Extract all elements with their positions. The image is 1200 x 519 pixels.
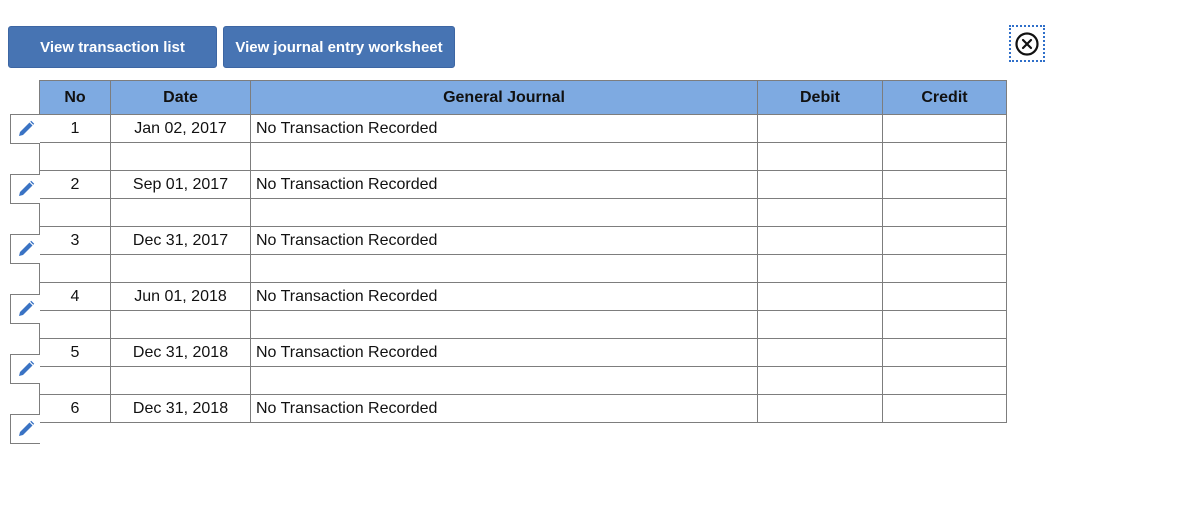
cell-date	[110, 142, 251, 171]
cell-no: 3	[39, 226, 111, 255]
cell-no: 4	[39, 282, 111, 311]
header-no: No	[39, 80, 111, 115]
edit-entry-button[interactable]	[10, 414, 40, 444]
cell-date: Jun 01, 2018	[110, 282, 251, 311]
pencil-icon	[18, 300, 34, 316]
cell-journal	[250, 310, 758, 339]
table-row	[39, 366, 1007, 395]
cell-credit[interactable]	[882, 366, 1007, 395]
view-journal-entry-worksheet-button[interactable]: View journal entry worksheet	[223, 26, 455, 68]
cell-journal: No Transaction Recorded	[250, 170, 758, 199]
cell-journal: No Transaction Recorded	[250, 394, 758, 423]
table-row	[39, 198, 1007, 227]
header-general-journal: General Journal	[250, 80, 758, 115]
table-row	[39, 254, 1007, 283]
table-row: 4 Jun 01, 2018 No Transaction Recorded	[39, 282, 1007, 311]
table-row: 3 Dec 31, 2017 No Transaction Recorded	[39, 226, 1007, 255]
close-button[interactable]	[1009, 25, 1045, 62]
pencil-icon	[18, 120, 34, 136]
cell-debit[interactable]	[757, 198, 883, 227]
cell-no	[39, 366, 111, 395]
cell-credit[interactable]	[882, 198, 1007, 227]
cell-debit[interactable]	[757, 142, 883, 171]
cell-date: Jan 02, 2017	[110, 114, 251, 143]
edit-entry-button[interactable]	[10, 234, 40, 264]
cell-date: Sep 01, 2017	[110, 170, 251, 199]
cell-debit[interactable]	[757, 366, 883, 395]
pencil-icon	[18, 420, 34, 436]
cell-credit[interactable]	[882, 254, 1007, 283]
cell-date	[110, 310, 251, 339]
cell-no: 1	[39, 114, 111, 143]
edit-entry-button[interactable]	[10, 114, 40, 144]
cell-credit[interactable]	[882, 114, 1007, 143]
cell-credit[interactable]	[882, 226, 1007, 255]
cell-credit[interactable]	[882, 394, 1007, 423]
table-row: 1 Jan 02, 2017 No Transaction Recorded	[39, 114, 1007, 143]
cell-no	[39, 142, 111, 171]
close-circle-icon	[1015, 31, 1039, 56]
cell-debit[interactable]	[757, 170, 883, 199]
cell-credit[interactable]	[882, 338, 1007, 367]
cell-credit[interactable]	[882, 142, 1007, 171]
cell-date: Dec 31, 2017	[110, 226, 251, 255]
table-header-row: No Date General Journal Debit Credit	[39, 80, 1007, 115]
cell-date: Dec 31, 2018	[110, 394, 251, 423]
header-credit: Credit	[882, 80, 1007, 115]
cell-no	[39, 310, 111, 339]
cell-credit[interactable]	[882, 282, 1007, 311]
cell-debit[interactable]	[757, 254, 883, 283]
pencil-icon	[18, 180, 34, 196]
view-transaction-list-button[interactable]: View transaction list	[8, 26, 217, 68]
cell-no: 6	[39, 394, 111, 423]
table-row	[39, 142, 1007, 171]
cell-no	[39, 198, 111, 227]
cell-date	[110, 254, 251, 283]
cell-debit[interactable]	[757, 114, 883, 143]
cell-credit[interactable]	[882, 310, 1007, 339]
cell-journal	[250, 366, 758, 395]
cell-debit[interactable]	[757, 282, 883, 311]
pencil-icon	[18, 240, 34, 256]
cell-debit[interactable]	[757, 310, 883, 339]
cell-date	[110, 366, 251, 395]
table-row: 2 Sep 01, 2017 No Transaction Recorded	[39, 170, 1007, 199]
cell-journal: No Transaction Recorded	[250, 338, 758, 367]
pencil-icon	[18, 360, 34, 376]
cell-journal	[250, 254, 758, 283]
cell-date	[110, 198, 251, 227]
cell-journal: No Transaction Recorded	[250, 226, 758, 255]
general-journal-table: No Date General Journal Debit Credit 1 Ja…	[39, 80, 1007, 423]
cell-no: 5	[39, 338, 111, 367]
cell-debit[interactable]	[757, 226, 883, 255]
cell-credit[interactable]	[882, 170, 1007, 199]
edit-entry-button[interactable]	[10, 294, 40, 324]
header-date: Date	[110, 80, 251, 115]
cell-journal	[250, 198, 758, 227]
header-debit: Debit	[757, 80, 883, 115]
cell-no	[39, 254, 111, 283]
edit-entry-button[interactable]	[10, 174, 40, 204]
table-row	[39, 310, 1007, 339]
edit-entry-button[interactable]	[10, 354, 40, 384]
cell-debit[interactable]	[757, 338, 883, 367]
table-row: 6 Dec 31, 2018 No Transaction Recorded	[39, 394, 1007, 423]
table-row: 5 Dec 31, 2018 No Transaction Recorded	[39, 338, 1007, 367]
cell-journal: No Transaction Recorded	[250, 114, 758, 143]
cell-journal: No Transaction Recorded	[250, 282, 758, 311]
cell-date: Dec 31, 2018	[110, 338, 251, 367]
cell-debit[interactable]	[757, 394, 883, 423]
cell-no: 2	[39, 170, 111, 199]
cell-journal	[250, 142, 758, 171]
